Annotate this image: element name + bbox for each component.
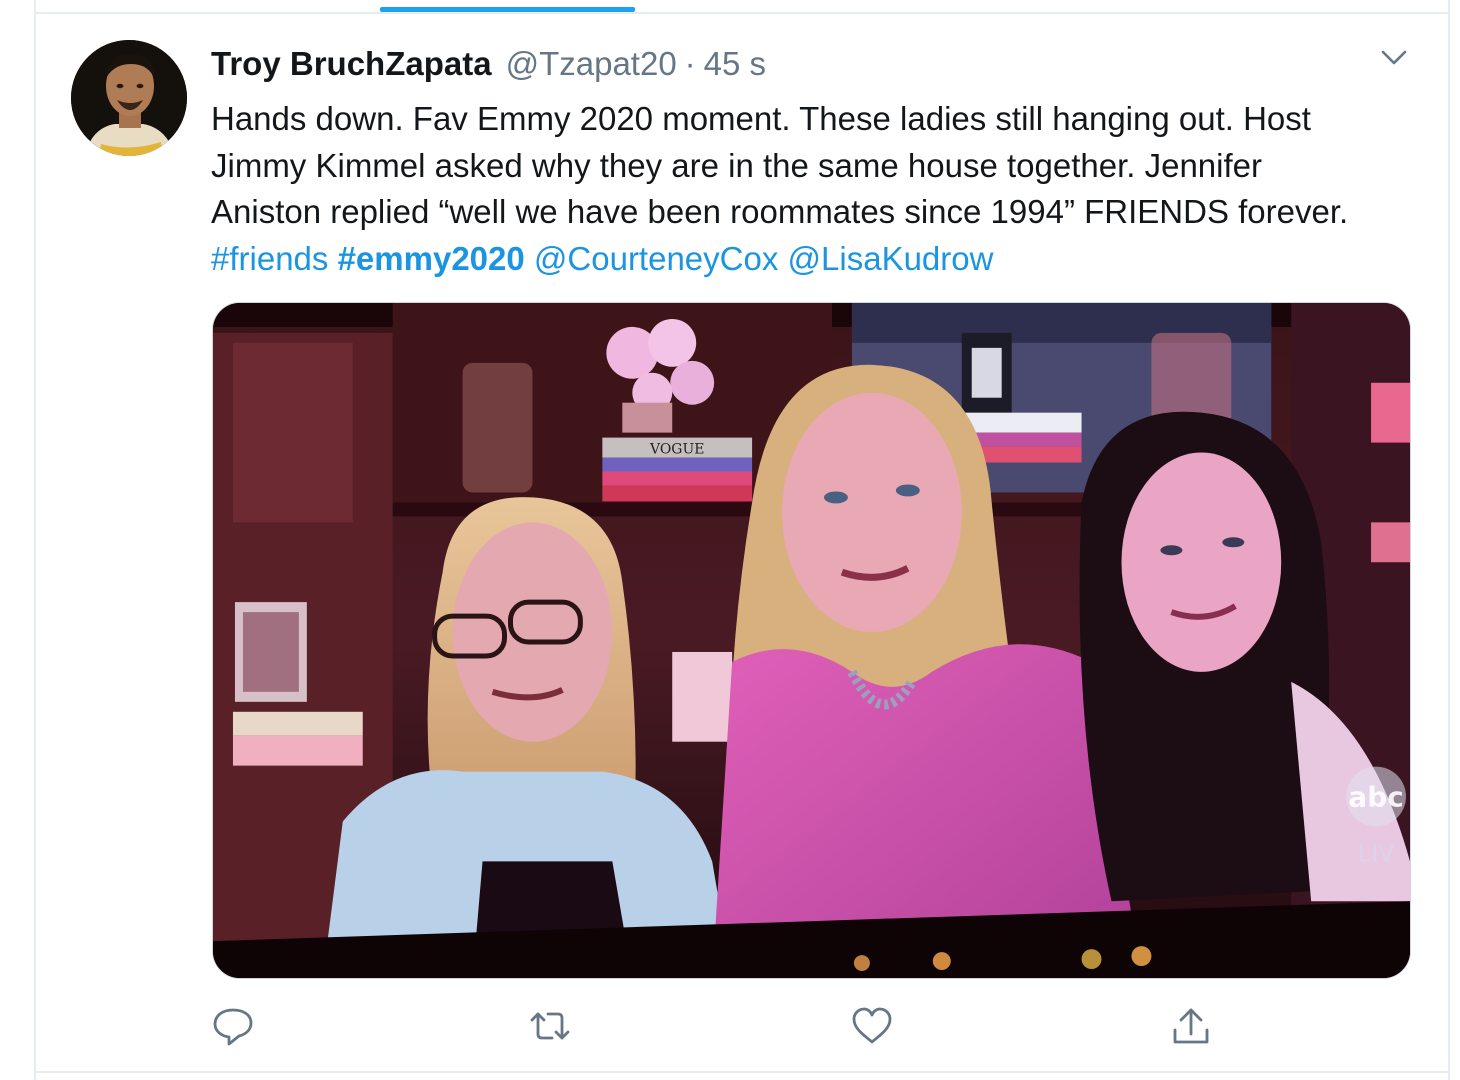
mention-courteneycox[interactable]: @CourteneyCox bbox=[534, 240, 778, 277]
share-button[interactable] bbox=[1169, 1004, 1213, 1048]
avatar[interactable] bbox=[71, 40, 187, 156]
tab-bar-divider bbox=[34, 12, 1450, 14]
reply-icon bbox=[213, 1008, 253, 1046]
live-label: LIV bbox=[1358, 839, 1395, 867]
tweet-timestamp[interactable]: 45 s bbox=[704, 45, 766, 83]
tweet-text-line: Hands down. Fav Emmy 2020 moment. These … bbox=[211, 100, 1311, 137]
tweet-divider bbox=[34, 1071, 1450, 1073]
hashtag-friends[interactable]: #friends bbox=[211, 240, 328, 277]
more-options-button[interactable] bbox=[1376, 44, 1412, 72]
vogue-book-label: VOGUE bbox=[649, 442, 704, 458]
share-icon bbox=[1173, 1008, 1209, 1044]
retweet-icon bbox=[530, 1012, 570, 1040]
tweet-actions bbox=[211, 1004, 1231, 1052]
tweet-header: Troy BruchZapata @Tzapat20 · 45 s bbox=[211, 45, 766, 85]
hashtag-emmy2020[interactable]: #emmy2020 bbox=[338, 240, 525, 277]
retweet-button[interactable] bbox=[528, 1004, 572, 1048]
heart-icon bbox=[852, 1007, 892, 1044]
chevron-down-icon bbox=[1381, 50, 1407, 65]
active-tab-indicator bbox=[380, 7, 635, 12]
abc-logo: abc bbox=[1348, 781, 1403, 814]
tweet-text: Hands down. Fav Emmy 2020 moment. These … bbox=[211, 96, 1426, 282]
separator-dot: · bbox=[684, 45, 696, 82]
tweet-photo[interactable]: VOGUE abc LIV bbox=[212, 302, 1411, 979]
tweet-text-line: Aniston replied “well we have been roomm… bbox=[211, 193, 1349, 230]
like-button[interactable] bbox=[850, 1004, 894, 1048]
author-name[interactable]: Troy BruchZapata bbox=[211, 45, 492, 83]
author-handle[interactable]: @Tzapat20 bbox=[506, 45, 677, 83]
mention-lisakudrow[interactable]: @LisaKudrow bbox=[788, 240, 994, 277]
tweet-tags-line: #friends #emmy2020 @CourteneyCox @LisaKu… bbox=[211, 236, 1426, 283]
tweet-text-line: Jimmy Kimmel asked why they are in the s… bbox=[211, 146, 1262, 184]
reply-button[interactable] bbox=[211, 1004, 255, 1048]
